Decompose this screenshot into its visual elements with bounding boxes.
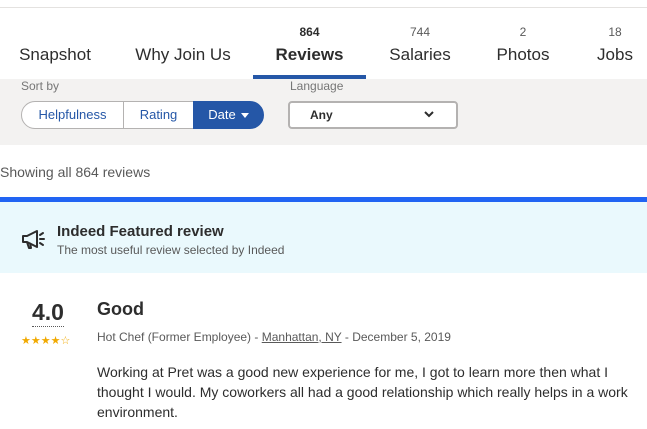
review-author: Hot Chef (Former Employee) - <box>97 330 262 344</box>
featured-review-banner: Indeed Featured review The most useful r… <box>0 197 647 273</box>
language-value: Any <box>310 108 333 122</box>
review-location-link[interactable]: Manhattan, NY <box>262 330 342 344</box>
tab-label: Photos <box>496 45 550 64</box>
tab-label: Jobs <box>597 45 633 64</box>
star-rating: ★★★★☆ <box>21 335 71 347</box>
review-rating[interactable]: 4.0 <box>32 298 64 327</box>
chevron-down-icon <box>424 111 434 118</box>
featured-title: Indeed Featured review <box>57 223 224 240</box>
tab-count: 18 <box>608 25 622 39</box>
sort-helpfulness-button[interactable]: Helpfulness <box>21 101 124 129</box>
review-date: - December 5, 2019 <box>341 330 451 344</box>
tab-label: Snapshot <box>19 45 91 64</box>
tab-label: Salaries <box>389 45 451 64</box>
tab-label: Reviews <box>275 45 344 64</box>
tab-label: Why Join Us <box>135 45 231 64</box>
top-divider <box>0 0 647 8</box>
tab-snapshot[interactable]: Snapshot <box>16 24 94 79</box>
caret-down-icon <box>240 113 249 119</box>
company-tabs: Snapshot Why Join Us 864 Reviews 744 Sal… <box>0 24 647 79</box>
tab-jobs[interactable]: 18 Jobs <box>594 24 636 79</box>
review-body: Working at Pret was a good new experienc… <box>97 364 628 420</box>
review-title: Good <box>97 299 144 319</box>
review-count-text: Showing all 864 reviews <box>0 164 151 180</box>
featured-subtitle: The most useful review selected by Indee… <box>57 243 285 257</box>
sort-date-button[interactable]: Date <box>193 101 264 129</box>
tab-count <box>130 24 236 40</box>
tab-reviews[interactable]: 864 Reviews <box>253 24 366 79</box>
language-label: Language <box>290 79 344 93</box>
tab-count: 744 <box>409 25 431 39</box>
sort-by-label: Sort by <box>21 79 60 93</box>
sort-date-label: Date <box>208 107 236 122</box>
tab-count: 864 <box>299 25 320 39</box>
language-select[interactable]: Any <box>288 101 458 129</box>
tab-salaries[interactable]: 744 Salaries <box>386 24 454 79</box>
filter-bar: Sort by Helpfulness Rating Date Language… <box>0 79 647 145</box>
tab-why-join-us[interactable]: Why Join Us <box>130 24 236 79</box>
megaphone-icon <box>22 230 45 249</box>
tab-count <box>16 24 94 40</box>
review-meta: Hot Chef (Former Employee) - Manhattan, … <box>97 330 451 344</box>
sort-rating-button[interactable]: Rating <box>123 101 194 129</box>
tab-photos[interactable]: 2 Photos <box>494 24 552 79</box>
tab-count: 2 <box>519 25 527 39</box>
